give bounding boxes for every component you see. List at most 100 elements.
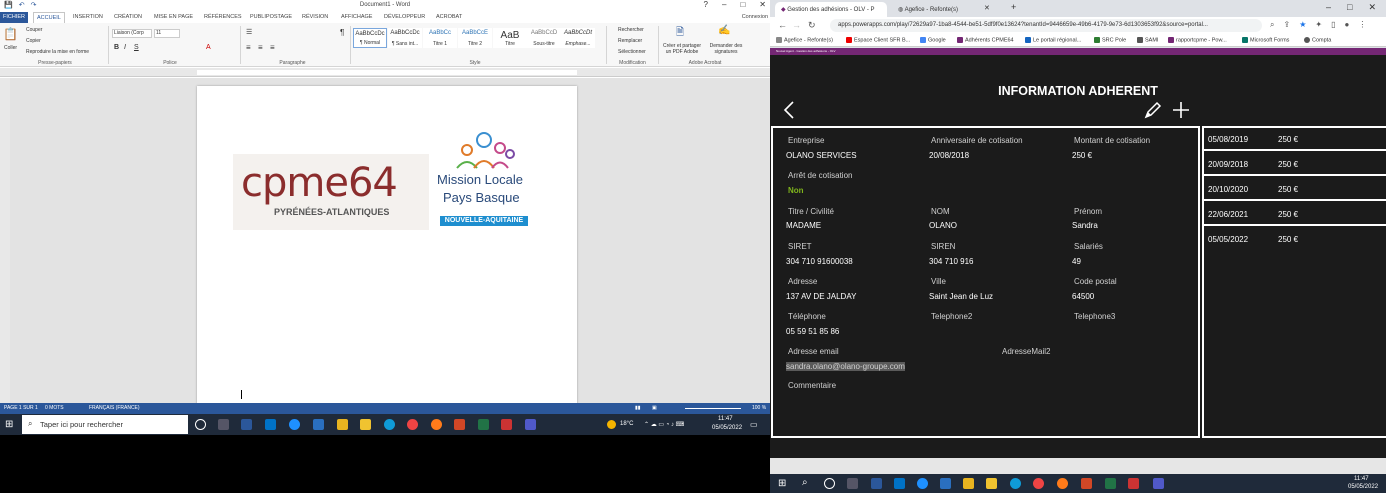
clock-time[interactable]: 11:47 xyxy=(718,416,733,422)
cortana-icon[interactable] xyxy=(824,478,835,489)
close-icon[interactable]: ✕ xyxy=(1368,2,1376,13)
store-taskbar-icon[interactable] xyxy=(337,419,348,430)
tab-developpeur[interactable]: DÉVELOPPEUR xyxy=(384,14,425,20)
tab-revision[interactable]: RÉVISION xyxy=(302,14,328,20)
windows-start-icon[interactable]: ⊞ xyxy=(5,419,13,430)
history-row[interactable]: 05/05/2022 250 € xyxy=(1204,228,1386,251)
bookmark-sami[interactable]: SAMI xyxy=(1137,37,1158,43)
bookmark-agefice[interactable]: Agefice - Refonte(s) xyxy=(776,37,833,43)
firefox-taskbar-icon[interactable] xyxy=(1057,478,1068,489)
print-layout-icon[interactable]: ▣ xyxy=(652,405,657,411)
close-icon[interactable]: ✕ xyxy=(759,0,766,9)
horizontal-ruler[interactable] xyxy=(0,68,770,77)
search-icon[interactable]: ⌕ xyxy=(802,477,808,488)
edge-taskbar-icon[interactable] xyxy=(384,419,395,430)
email-value[interactable]: sandra.olano@olano-groupe.com xyxy=(786,362,905,371)
zoom-icon[interactable]: ⌕ xyxy=(1270,20,1274,30)
status-language[interactable]: FRANÇAIS (FRANCE) xyxy=(89,405,140,411)
selectionner-button[interactable]: Sélectionner xyxy=(618,49,646,55)
explorer-taskbar-icon[interactable] xyxy=(986,478,997,489)
extensions-icon[interactable]: ✦ xyxy=(1315,20,1322,30)
underline-button[interactable]: S xyxy=(134,44,139,51)
outlook-taskbar-icon[interactable] xyxy=(265,419,276,430)
pilcrow-button[interactable]: ¶ xyxy=(340,28,344,37)
history-row[interactable]: 20/10/2020 250 € xyxy=(1204,178,1386,201)
reproduire-button[interactable]: Reproduire la mise en forme xyxy=(26,49,89,55)
word-taskbar-icon[interactable] xyxy=(241,419,252,430)
style-titre1[interactable]: AaBbCc Titre 1 xyxy=(423,28,457,48)
maximize-icon[interactable]: □ xyxy=(740,0,745,9)
task-view-icon[interactable] xyxy=(218,419,229,430)
rechercher-button[interactable]: Rechercher xyxy=(618,27,644,33)
explorer-taskbar-icon[interactable] xyxy=(360,419,371,430)
excel-taskbar-icon[interactable] xyxy=(478,419,489,430)
edge-taskbar-icon[interactable] xyxy=(1010,478,1021,489)
font-name-select[interactable]: Liaison (Corp xyxy=(112,29,152,38)
new-tab-icon[interactable]: + xyxy=(1011,2,1016,12)
calculator-taskbar-icon[interactable] xyxy=(313,419,324,430)
status-page[interactable]: PAGE 1 SUR 1 xyxy=(4,405,38,411)
align-center-button[interactable]: ≡ xyxy=(258,43,263,52)
bookmark-forms[interactable]: Microsoft Forms xyxy=(1242,37,1289,43)
bookmark-compta[interactable]: Compta xyxy=(1304,37,1331,43)
font-size-select[interactable]: 11 xyxy=(154,29,180,38)
signature-icon[interactable]: ✍ xyxy=(718,25,730,36)
history-row[interactable]: 20/09/2018 250 € xyxy=(1204,153,1386,176)
style-titre[interactable]: AaB Titre xyxy=(493,28,527,48)
store-taskbar-icon[interactable] xyxy=(963,478,974,489)
windows-start-icon[interactable]: ⊞ xyxy=(778,478,786,489)
pdf-create-icon[interactable]: 🗎 xyxy=(676,25,684,42)
sidebar-icon[interactable]: ▯ xyxy=(1331,20,1335,30)
bookmark-portail[interactable]: Le portail régional... xyxy=(1025,37,1081,43)
read-mode-icon[interactable]: ▮▮ xyxy=(635,405,641,411)
excel-taskbar-icon[interactable] xyxy=(1105,478,1116,489)
status-words[interactable]: 0 MOTS xyxy=(45,405,64,411)
document-page[interactable]: cpme64 PYRÉNÉES-ATLANTIQUES Mission Loca… xyxy=(197,86,577,406)
bookmark-adherents[interactable]: Adhérents CPME64 xyxy=(957,37,1014,43)
zoom-level[interactable]: 100 % xyxy=(752,405,766,411)
tab-acrobat[interactable]: ACROBAT xyxy=(436,14,462,20)
coller-button[interactable]: Coller xyxy=(4,45,17,51)
tab-publipostage[interactable]: PUBLIPOSTAGE xyxy=(250,14,292,20)
tab-accueil[interactable]: ACCUEIL xyxy=(33,12,65,23)
style-sans-interligne[interactable]: AaBbCcDc ¶ Sans int... xyxy=(388,28,422,48)
teams-taskbar-icon[interactable] xyxy=(1153,478,1164,489)
profile-icon[interactable]: ● xyxy=(1344,20,1349,30)
tab-references[interactable]: RÉFÉRENCES xyxy=(204,14,242,20)
paste-icon[interactable]: 📋 xyxy=(3,27,18,41)
back-icon[interactable]: ← xyxy=(778,20,787,30)
style-sous-titre[interactable]: AaBbCcD Sous-titre xyxy=(527,28,561,48)
font-color-button[interactable]: A xyxy=(206,44,211,51)
star-icon[interactable]: ★ xyxy=(1299,20,1306,30)
remplacer-button[interactable]: Remplacer xyxy=(618,38,642,44)
taskbar-search-input[interactable]: Taper ici pour rechercher xyxy=(22,415,188,434)
tray-icons[interactable]: ⌃ ☁ ▭ ◔ ♪ ⌨ xyxy=(644,421,684,428)
maximize-icon[interactable]: □ xyxy=(1347,2,1352,13)
tab-mise-en-page[interactable]: MISE EN PAGE xyxy=(154,14,193,20)
firefox-taskbar-icon[interactable] xyxy=(431,419,442,430)
minimize-icon[interactable]: – xyxy=(722,0,726,9)
word-taskbar-icon[interactable] xyxy=(871,478,882,489)
style-normal[interactable]: AaBbCcDc ¶ Normal xyxy=(353,28,387,48)
cortana-icon[interactable] xyxy=(195,419,206,430)
couper-button[interactable]: Couper xyxy=(26,27,42,33)
notification-icon[interactable]: ▭ xyxy=(750,420,758,429)
help-icon[interactable]: ? xyxy=(704,0,708,9)
weather-temp[interactable]: 18°C xyxy=(620,421,633,427)
bookmark-rapport[interactable]: rapportcpme - Pow... xyxy=(1168,37,1227,43)
bold-button[interactable]: B xyxy=(114,44,119,51)
copier-button[interactable]: Copier xyxy=(26,38,41,44)
zoom-slider[interactable] xyxy=(685,408,741,409)
history-row[interactable]: 22/06/2021 250 € xyxy=(1204,203,1386,226)
acrobat-taskbar-icon[interactable] xyxy=(501,419,512,430)
bullets-button[interactable]: ☰ xyxy=(246,28,252,36)
tab-gestion-adhesions[interactable]: ◆ Gestion des adhésions - OLV - P xyxy=(775,2,887,17)
vertical-ruler[interactable] xyxy=(0,78,10,403)
close-tab-icon[interactable]: ✕ xyxy=(984,4,990,12)
weather-icon[interactable] xyxy=(607,420,616,429)
history-row[interactable]: 05/08/2019 250 € xyxy=(1204,128,1386,151)
outlook-taskbar-icon[interactable] xyxy=(894,478,905,489)
reload-icon[interactable]: ↻ xyxy=(808,20,816,31)
align-right-button[interactable]: ≡ xyxy=(270,43,275,52)
add-plus-icon[interactable] xyxy=(1172,101,1190,119)
